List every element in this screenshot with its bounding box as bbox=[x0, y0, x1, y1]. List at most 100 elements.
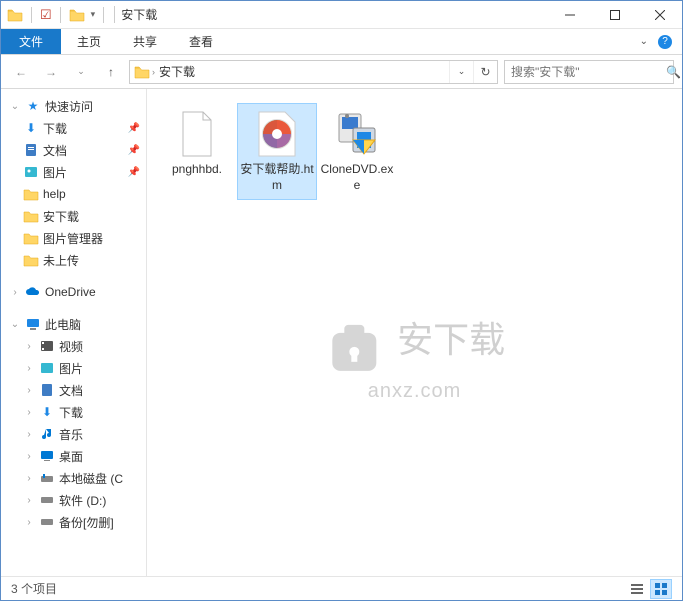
ribbon-file-tab[interactable]: 文件 bbox=[1, 29, 61, 54]
expand-icon[interactable]: › bbox=[9, 287, 21, 298]
picture-icon bbox=[39, 360, 55, 376]
search-box[interactable]: 🔍 bbox=[504, 60, 674, 84]
ribbon-tab-view[interactable]: 查看 bbox=[173, 29, 229, 54]
file-icon bbox=[173, 110, 221, 158]
expand-icon[interactable]: › bbox=[23, 495, 35, 506]
ribbon-expand-icon[interactable]: ⌄ bbox=[640, 36, 648, 47]
sidebar-quick-access[interactable]: ⌄ ★ 快速访问 bbox=[1, 95, 146, 117]
sidebar-item-label: 软件 (D:) bbox=[59, 492, 106, 509]
close-button[interactable] bbox=[637, 1, 682, 29]
maximize-button[interactable] bbox=[592, 1, 637, 29]
sidebar-pc-documents[interactable]: › 文档 bbox=[1, 379, 146, 401]
view-details-button[interactable] bbox=[626, 579, 648, 599]
sidebar-item-label: 桌面 bbox=[59, 448, 83, 465]
exe-icon bbox=[333, 110, 381, 158]
sidebar-pc-videos[interactable]: › 视频 bbox=[1, 335, 146, 357]
expand-icon[interactable]: ⌄ bbox=[9, 319, 21, 330]
document-icon bbox=[39, 382, 55, 398]
view-icons-button[interactable] bbox=[650, 579, 672, 599]
sidebar-pc-music[interactable]: › 音乐 bbox=[1, 423, 146, 445]
sidebar-item-label: 文档 bbox=[59, 382, 83, 399]
picture-icon bbox=[23, 164, 39, 180]
sidebar-pc-pictures[interactable]: › 图片 bbox=[1, 357, 146, 379]
sidebar-pc-desktop[interactable]: › 桌面 bbox=[1, 445, 146, 467]
sidebar-item-label: 此电脑 bbox=[45, 316, 81, 333]
pin-icon: 📌 bbox=[128, 167, 140, 178]
sidebar-this-pc[interactable]: ⌄ 此电脑 bbox=[1, 313, 146, 335]
cloud-icon bbox=[25, 284, 41, 300]
navigation-pane[interactable]: ⌄ ★ 快速访问 ⬇ 下载 📌 文档 📌 图片 📌 help 安下载 bbox=[1, 89, 147, 576]
nav-back-button[interactable]: ← bbox=[9, 60, 33, 84]
properties-icon[interactable]: ☑ bbox=[40, 7, 52, 23]
drive-icon bbox=[39, 492, 55, 508]
address-dropdown-icon[interactable]: ⌄ bbox=[449, 61, 473, 83]
folder-icon bbox=[7, 7, 23, 23]
sidebar-pc-backup[interactable]: › 备份[勿删] bbox=[1, 511, 146, 533]
sidebar-item-anxz[interactable]: 安下载 bbox=[1, 205, 146, 227]
expand-icon[interactable]: › bbox=[23, 363, 35, 374]
sidebar-item-downloads[interactable]: ⬇ 下载 📌 bbox=[1, 117, 146, 139]
drive-icon bbox=[39, 470, 55, 486]
music-icon bbox=[39, 426, 55, 442]
sidebar-item-pictures[interactable]: 图片 📌 bbox=[1, 161, 146, 183]
search-icon[interactable]: 🔍 bbox=[666, 65, 681, 79]
ribbon-tabs: 文件 主页 共享 查看 ⌄ ? bbox=[1, 29, 682, 55]
expand-icon[interactable]: ⌄ bbox=[9, 101, 21, 112]
sidebar-pc-downloads[interactable]: › ⬇ 下载 bbox=[1, 401, 146, 423]
sidebar-item-label: OneDrive bbox=[45, 285, 96, 299]
expand-icon[interactable]: › bbox=[23, 473, 35, 484]
chevron-right-icon[interactable]: › bbox=[152, 67, 155, 77]
sidebar-item-label: 图片管理器 bbox=[43, 230, 103, 247]
sidebar-item-label: 快速访问 bbox=[45, 98, 93, 115]
sidebar-pc-drive-c[interactable]: › 本地磁盘 (C bbox=[1, 467, 146, 489]
folder-icon[interactable] bbox=[69, 7, 85, 23]
sidebar-item-help[interactable]: help bbox=[1, 183, 146, 205]
titlebar: ☑ ▾ 安下载 bbox=[1, 1, 682, 29]
refresh-button[interactable]: ↻ bbox=[473, 61, 497, 83]
minimize-button[interactable] bbox=[547, 1, 592, 29]
sidebar-item-unuploaded[interactable]: 未上传 bbox=[1, 249, 146, 271]
folder-icon bbox=[23, 208, 39, 224]
ribbon-tab-home[interactable]: 主页 bbox=[61, 29, 117, 54]
expand-icon[interactable]: › bbox=[23, 429, 35, 440]
expand-icon[interactable]: › bbox=[23, 517, 35, 528]
sidebar-pc-drive-d[interactable]: › 软件 (D:) bbox=[1, 489, 146, 511]
sidebar-item-label: 视频 bbox=[59, 338, 83, 355]
separator bbox=[103, 7, 104, 23]
sidebar-item-label: 安下载 bbox=[43, 208, 79, 225]
file-item[interactable]: 安下载帮助.htm bbox=[237, 103, 317, 200]
address-box[interactable]: › 安下载 ⌄ ↻ bbox=[129, 60, 498, 84]
sidebar-onedrive[interactable]: › OneDrive bbox=[1, 281, 146, 303]
sidebar-item-documents[interactable]: 文档 📌 bbox=[1, 139, 146, 161]
watermark-icon bbox=[324, 317, 384, 380]
sidebar-item-label: 下载 bbox=[59, 404, 83, 421]
desktop-icon bbox=[39, 448, 55, 464]
expand-icon[interactable]: › bbox=[23, 385, 35, 396]
search-input[interactable] bbox=[511, 65, 666, 79]
nav-recent-dropdown[interactable]: ⌄ bbox=[69, 60, 93, 84]
ribbon-tab-share[interactable]: 共享 bbox=[117, 29, 173, 54]
sidebar-item-label: 备份[勿删] bbox=[59, 514, 114, 531]
breadcrumb[interactable]: 安下载 bbox=[157, 63, 197, 80]
status-bar: 3 个项目 bbox=[1, 576, 682, 600]
expand-icon[interactable]: › bbox=[23, 341, 35, 352]
document-icon bbox=[23, 142, 39, 158]
pin-icon: 📌 bbox=[128, 145, 140, 156]
file-item[interactable]: CloneDVD.exe bbox=[317, 103, 397, 200]
drive-icon bbox=[39, 514, 55, 530]
sidebar-item-picmgr[interactable]: 图片管理器 bbox=[1, 227, 146, 249]
expand-icon[interactable]: › bbox=[23, 451, 35, 462]
sidebar-item-label: help bbox=[43, 187, 66, 201]
nav-forward-button[interactable]: → bbox=[39, 60, 63, 84]
file-view[interactable]: pnghhbd. 安下载帮助.htm bbox=[147, 89, 682, 576]
expand-icon[interactable]: › bbox=[23, 407, 35, 418]
window-controls bbox=[547, 1, 682, 29]
video-icon bbox=[39, 338, 55, 354]
pin-icon: 📌 bbox=[128, 123, 140, 134]
watermark: 安下载 anxz.com bbox=[324, 311, 505, 403]
help-icon[interactable]: ? bbox=[658, 35, 672, 49]
qat-dropdown-icon[interactable]: ▾ bbox=[91, 9, 96, 20]
file-item[interactable]: pnghhbd. bbox=[157, 103, 237, 200]
address-bar: ← → ⌄ ↑ › 安下载 ⌄ ↻ 🔍 bbox=[1, 55, 682, 89]
nav-up-button[interactable]: ↑ bbox=[99, 60, 123, 84]
